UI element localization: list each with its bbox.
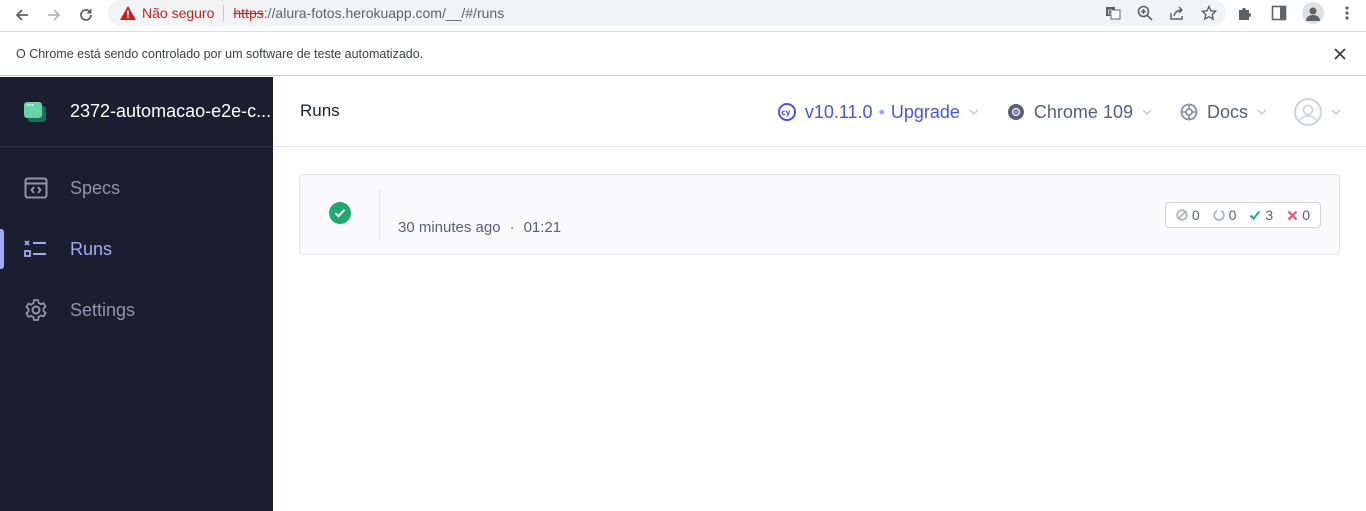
svg-text:G: G <box>1108 9 1113 17</box>
profile-button[interactable] <box>1302 2 1324 24</box>
chevron-down-icon <box>968 106 980 118</box>
run-results: 0 0 3 0 <box>1164 202 1321 228</box>
automation-infobar: O Chrome está sendo controlado por um so… <box>0 31 1366 76</box>
chrome-icon <box>1006 102 1026 122</box>
run-meta: 30 minutes ago · 01:21 <box>398 219 561 236</box>
upgrade-label[interactable]: Upgrade <box>891 102 960 123</box>
profile-icon <box>1306 7 1320 21</box>
browser-dropdown[interactable]: Chrome 109 <box>1006 102 1153 123</box>
extensions-icon[interactable] <box>1234 2 1256 24</box>
run-duration: 01:21 <box>523 219 562 236</box>
version-dropdown[interactable]: cy v10.11.0 • Upgrade <box>777 102 980 123</box>
sidebar-item-label: Specs <box>70 177 121 198</box>
run-time-ago: 30 minutes ago <box>398 219 501 236</box>
specs-icon <box>24 176 48 200</box>
share-icon[interactable] <box>1168 4 1186 22</box>
failed-value: 0 <box>1302 207 1310 223</box>
top-bar: Runs cy v10.11.0 • Upgrade Chrome 109 Do… <box>273 77 1366 147</box>
zoom-icon[interactable] <box>1136 4 1154 22</box>
chevron-down-icon <box>1330 106 1342 118</box>
sidebar: 2372-automacao-e2e-c... Specs Runs Setti… <box>0 77 273 511</box>
sidebar-item-label: Settings <box>70 299 136 320</box>
passed-value: 3 <box>1265 207 1274 223</box>
cypress-logo-icon: cy <box>777 102 797 122</box>
passed-count: 3 <box>1249 207 1273 223</box>
browser-toolbar: Não seguro https ://alura-fotos.herokuap… <box>0 0 1366 30</box>
address-bar[interactable]: Não seguro https ://alura-fotos.herokuap… <box>108 0 1226 26</box>
user-menu[interactable] <box>1294 98 1342 126</box>
run-card[interactable]: 30 minutes ago · 01:21 0 0 3 0 <box>299 174 1340 255</box>
pending-icon <box>1212 209 1225 221</box>
infobar-text: O Chrome está sendo controlado por um so… <box>16 46 424 61</box>
omnibox-actions: G <box>1104 0 1218 26</box>
check-icon <box>1249 209 1261 221</box>
arrow-left-icon <box>15 9 28 21</box>
menu-kebab-icon[interactable] <box>1336 2 1358 24</box>
browser-label: Chrome 109 <box>1033 101 1133 122</box>
skipped-count: 0 <box>1176 207 1200 223</box>
security-label[interactable]: Não seguro <box>142 5 214 21</box>
pending-count: 0 <box>1212 207 1237 223</box>
dot-separator: • <box>878 101 885 122</box>
chevron-down-icon <box>1256 106 1268 118</box>
project-header[interactable]: 2372-automacao-e2e-c... <box>0 77 273 147</box>
sidebar-item-runs[interactable]: Runs <box>0 227 273 271</box>
side-panel-icon[interactable] <box>1268 2 1290 24</box>
toolbar-actions <box>1234 0 1358 26</box>
pending-value: 0 <box>1228 207 1237 223</box>
avatar <box>1294 98 1322 126</box>
chevron-down-icon <box>1141 106 1153 118</box>
user-icon <box>1298 104 1318 124</box>
reload-icon <box>80 9 92 21</box>
skipped-value: 0 <box>1191 207 1200 223</box>
runs-icon <box>24 237 48 261</box>
skipped-icon <box>1176 209 1188 221</box>
cypress-app: 2372-automacao-e2e-c... Specs Runs Setti… <box>0 77 1366 511</box>
x-icon <box>1286 209 1298 221</box>
docs-dropdown[interactable]: Docs <box>1179 102 1268 123</box>
translate-icon[interactable]: G <box>1104 4 1122 22</box>
topbar-actions: cy v10.11.0 • Upgrade Chrome 109 Docs <box>777 77 1342 147</box>
url-text: ://alura-fotos.herokuapp.com/__/#/runs <box>263 5 505 21</box>
gear-icon <box>24 298 48 322</box>
lifebuoy-icon <box>1179 102 1199 122</box>
passed-status-icon <box>329 202 351 224</box>
forward-button[interactable] <box>38 0 70 30</box>
back-button[interactable] <box>6 0 38 30</box>
project-name: 2372-automacao-e2e-c... <box>70 101 272 121</box>
docs-label: Docs <box>1206 101 1248 122</box>
arrow-right-icon <box>48 9 61 21</box>
warning-icon <box>120 5 136 21</box>
main-content: Runs cy v10.11.0 • Upgrade Chrome 109 Do… <box>273 77 1366 511</box>
page-title: Runs <box>300 101 340 120</box>
sidebar-item-label: Runs <box>70 238 113 259</box>
infobar-close-button[interactable] <box>1330 44 1350 64</box>
close-icon <box>1334 48 1346 60</box>
sidebar-item-specs[interactable]: Specs <box>0 166 273 210</box>
reload-button[interactable] <box>70 0 102 30</box>
omnibox-divider <box>223 5 225 21</box>
sidebar-item-settings[interactable]: Settings <box>0 288 273 332</box>
url-scheme: https <box>233 5 264 21</box>
run-divider <box>379 189 380 240</box>
active-indicator <box>0 229 4 269</box>
failed-count: 0 <box>1286 207 1310 223</box>
version-label: v10.11.0 <box>804 101 873 122</box>
svg-text:cy: cy <box>781 108 790 117</box>
bookmark-star-icon[interactable] <box>1200 4 1218 22</box>
dot-separator: · <box>509 219 515 236</box>
project-icon <box>24 100 48 124</box>
